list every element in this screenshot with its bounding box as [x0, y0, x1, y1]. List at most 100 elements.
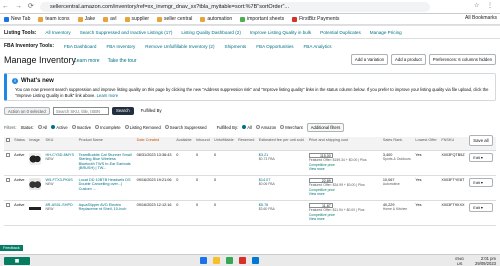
status-search-suppressed[interactable]: Search Suppressed	[164, 125, 207, 130]
col-status[interactable]: Status	[12, 137, 28, 151]
status-active[interactable]: Active	[51, 125, 68, 130]
nav-fba-inventory[interactable]: FBA Inventory	[106, 44, 135, 49]
nav-shipments[interactable]: Shipments	[225, 44, 247, 49]
row-checkbox[interactable]	[4, 175, 13, 201]
system-clock[interactable]: 2:01 pm 29/09/2023	[475, 256, 496, 266]
product-thumbnail[interactable]	[29, 152, 42, 165]
fee-link[interactable]: $3.21	[259, 153, 269, 157]
nav-search-suppressed[interactable]: Search Suppressed and Inactive Listings …	[80, 30, 173, 35]
feedback-button[interactable]: Feedback	[0, 245, 23, 251]
price-input[interactable]: 22.89	[308, 177, 333, 183]
add-product-button[interactable]: Add a product	[390, 54, 426, 65]
row-image[interactable]	[27, 200, 44, 226]
row-edit[interactable]: Edit ▾	[467, 175, 496, 201]
nav-fba-analytics[interactable]: FBA Analytics	[304, 44, 332, 49]
view-more-link[interactable]: View more	[309, 192, 325, 196]
additional-filters-button[interactable]: Additional filters	[306, 122, 345, 132]
edit-dropdown[interactable]: Edit ▾	[469, 152, 494, 162]
nav-arrows-icon[interactable]: ← → ⟳	[2, 2, 36, 10]
all-bookmarks[interactable]: All Bookmarks	[465, 15, 497, 21]
folder-icon[interactable]	[213, 257, 220, 264]
row-checkbox[interactable]	[4, 150, 13, 176]
learn-more-link[interactable]: Learn more	[74, 58, 100, 64]
sku-link[interactable]: W5-FTX3-PK6S	[46, 178, 73, 182]
view-more-link[interactable]: View more	[309, 217, 325, 221]
edge-icon[interactable]	[252, 257, 259, 264]
save-all-button[interactable]: Save all	[467, 135, 496, 151]
fulfilled-merchant[interactable]: Merchant	[280, 125, 303, 130]
select-all-header[interactable]	[4, 137, 13, 151]
row-edit[interactable]: Edit ▾	[467, 150, 496, 176]
bulk-action-select[interactable]: Action on 0 selected	[4, 106, 50, 115]
nav-all-inventory[interactable]: All Inventory	[45, 30, 70, 35]
sku-link[interactable]: 8R-AS0L-SHPD	[46, 203, 73, 207]
extension-icons[interactable]: ☆ ⋮	[474, 2, 496, 9]
fulfilled-amazon[interactable]: Amazon	[255, 125, 276, 130]
row-sku[interactable]: W5-FTX3-PK6S NEW	[43, 175, 77, 201]
col-reserved[interactable]: Reserved	[236, 137, 257, 151]
fulfilled-all[interactable]: All	[242, 125, 252, 130]
url-input[interactable]: sellercentral.amazon.com/inventory/ref=x…	[40, 2, 430, 12]
nav-fba-dashboard[interactable]: FBA Dashboard	[64, 44, 96, 49]
nav-listing-quality[interactable]: Listing Quality Dashboard (2)	[181, 30, 241, 35]
price-input[interactable]: 115.00	[308, 152, 333, 158]
col-fnsku[interactable]: FNSKU	[439, 137, 468, 151]
status-inactive[interactable]: Inactive	[71, 125, 91, 130]
status-listing-removed[interactable]: Listing Removed	[124, 125, 161, 130]
sku-link[interactable]: HH-CY5D-8MYS	[46, 153, 74, 157]
bookmark-team-icons[interactable]: team icons	[38, 16, 70, 22]
col-available[interactable]: Available	[174, 137, 194, 151]
edit-dropdown[interactable]: Edit ▾	[469, 202, 494, 212]
col-unfulfillable[interactable]: Unfulfillable	[212, 137, 237, 151]
start-button[interactable]: ▦	[4, 257, 30, 265]
nav-manage-pricing[interactable]: Manage Pricing	[370, 30, 402, 35]
bookmark-avl[interactable]: avl	[103, 16, 117, 22]
price-input[interactable]: 11.87	[308, 202, 333, 208]
product-thumbnail[interactable]	[29, 177, 42, 190]
status-all[interactable]: All	[37, 125, 47, 130]
nav-potential-duplicates[interactable]: Potential Duplicates	[320, 30, 361, 35]
nav-fba-opportunities[interactable]: FBA Opportunities	[256, 44, 293, 49]
row-product[interactable]: TeamBuddie Cat Stunner Small Sterling Bl…	[76, 150, 135, 176]
row-checkbox[interactable]	[4, 200, 13, 226]
nav-improve-bulk[interactable]: Improve Listing Quality in bulk	[250, 30, 311, 35]
bookmark-jake[interactable]: Jake	[77, 16, 95, 22]
app-icon[interactable]	[200, 257, 207, 264]
bookmark-supplier[interactable]: supplier	[124, 16, 149, 22]
row-image[interactable]	[27, 150, 44, 176]
fee-link[interactable]: $14.07	[259, 178, 271, 182]
col-lowest-offer[interactable]: Lowest Offer	[413, 137, 440, 151]
product-link[interactable]: TeamBuddie Cat Stunner Small Sterling Bl…	[79, 153, 132, 171]
status-incomplete[interactable]: Incomplete	[95, 125, 121, 130]
col-inbound[interactable]: Inbound	[193, 137, 213, 151]
language-indicator[interactable]: ENG US	[455, 256, 464, 266]
product-thumbnail[interactable]	[29, 202, 42, 215]
bookmark-seller-central[interactable]: seller central	[157, 16, 192, 22]
bookmark-firstbiz[interactable]: FirstBiz Payments	[292, 16, 339, 22]
nav-remove-unfulfillable[interactable]: Remove Unfulfillable Inventory (2)	[145, 44, 214, 49]
bookmark-automation[interactable]: automation	[200, 16, 232, 22]
col-price[interactable]: Price and shipping cost	[306, 137, 377, 151]
whats-new-learn-more[interactable]: Learn more	[97, 93, 118, 98]
search-button[interactable]: Search	[112, 106, 134, 115]
preferences-button[interactable]: Preferences: 6 columns hidden	[428, 54, 496, 65]
row-edit[interactable]: Edit ▾	[467, 200, 496, 226]
bookmark-new-tab[interactable]: New Tab	[4, 16, 30, 22]
edit-dropdown[interactable]: Edit ▾	[469, 177, 494, 187]
row-sku[interactable]: 8R-AS0L-SHPD NEW	[43, 200, 77, 226]
row-product[interactable]: Locat DD 10BTB Headsets DS Double Cancel…	[76, 175, 135, 201]
row-sku[interactable]: HH-CY5D-8MYS NEW	[43, 150, 77, 176]
col-sales-rank[interactable]: Sales Rank	[380, 137, 414, 151]
row-image[interactable]	[27, 175, 44, 201]
fee-link[interactable]: $5.76	[259, 203, 269, 207]
bookmark-important-sheets[interactable]: important sheets	[240, 16, 284, 22]
col-product-name[interactable]: Product Name	[76, 137, 135, 151]
row-product[interactable]: AquaSlipper AVD Electric Replaceme nt Sh…	[76, 200, 135, 226]
search-input[interactable]: Search SKU, title, ISBN	[53, 106, 109, 115]
product-link[interactable]: AquaSlipper AVD Electric Replaceme nt Sh…	[79, 203, 127, 212]
chrome-icon[interactable]	[226, 257, 233, 264]
col-sku[interactable]: SKU	[43, 137, 77, 151]
product-link[interactable]: Locat DD 10BTB Headsets DS Double Cancel…	[79, 178, 131, 191]
col-fee[interactable]: Estimated fee per unit sold	[256, 137, 307, 151]
app-icon[interactable]	[239, 257, 246, 264]
